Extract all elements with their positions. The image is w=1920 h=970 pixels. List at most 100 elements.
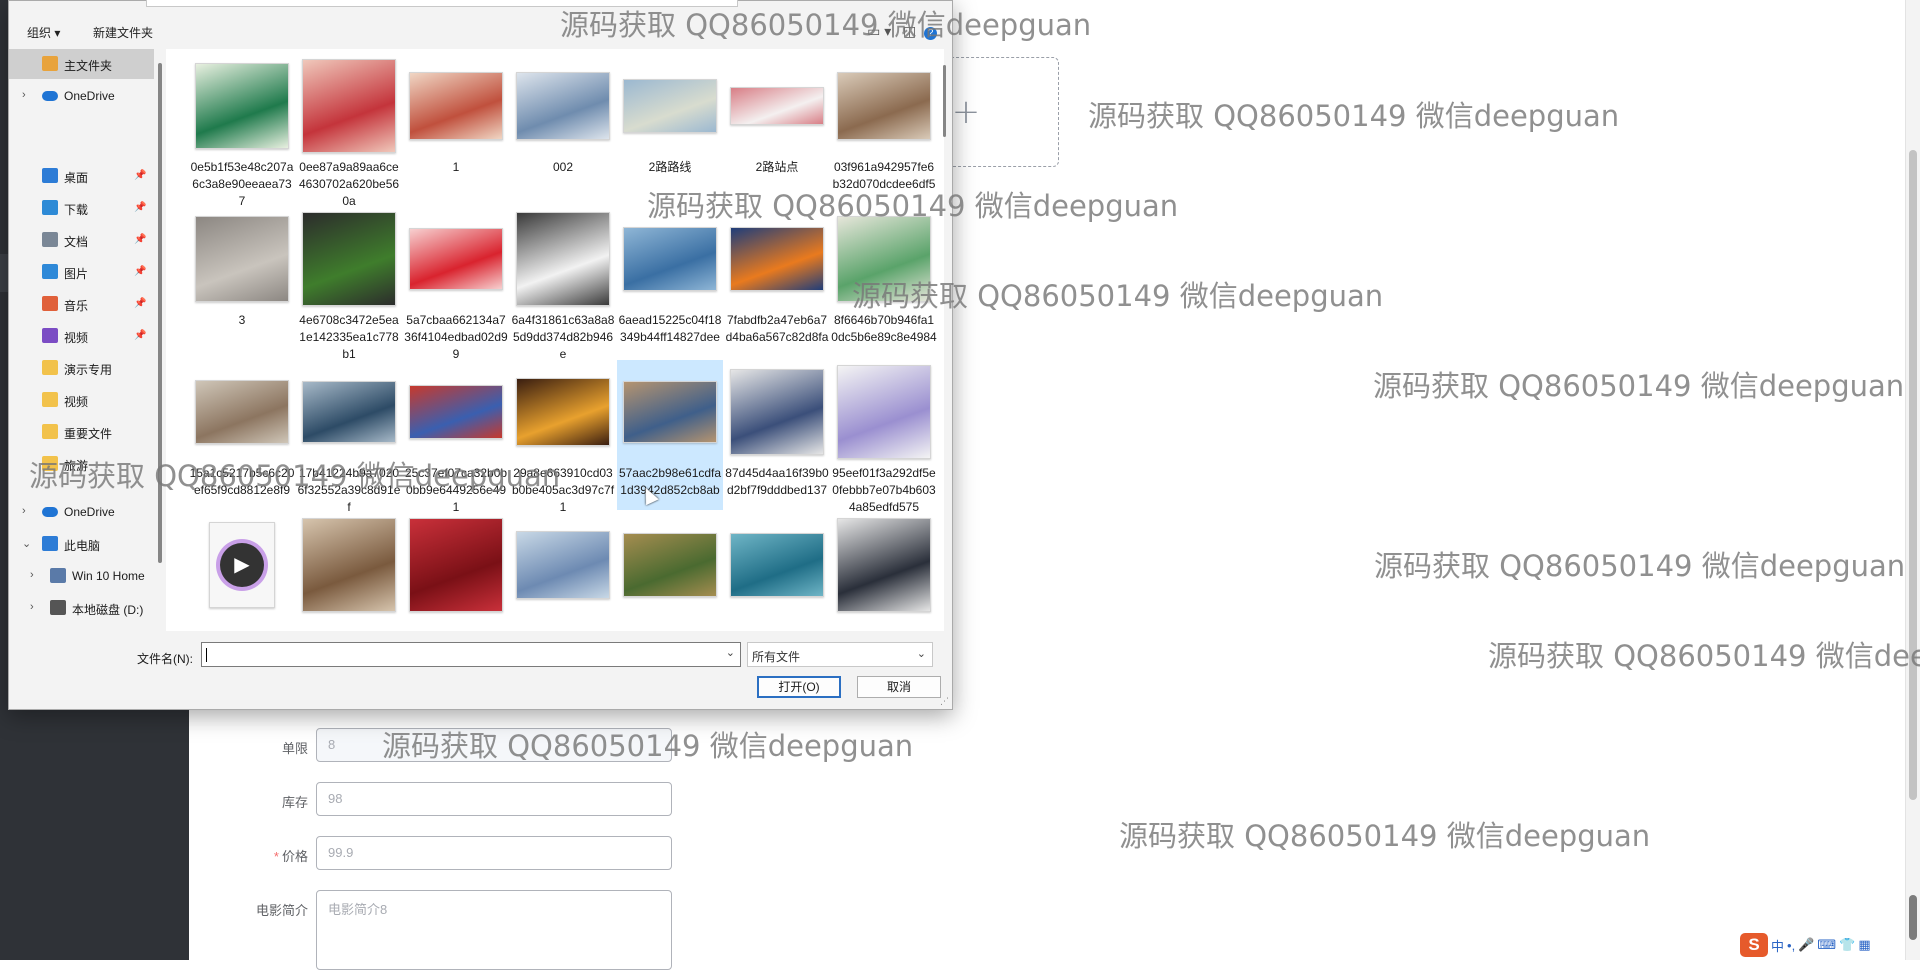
file-item[interactable]: 0e5b1f53e48c207a6c3a8e90eeaea737 [189,54,295,208]
ime-tool-icon[interactable]: •, [1787,938,1795,953]
file-name: 57aac2b98e61cdfa1d3942d852cb8ab [618,466,722,497]
nav-item[interactable]: › Win 10 Home [9,561,154,591]
file-item[interactable]: ▶ [189,513,295,631]
nav-item-label: 视频 [64,395,89,409]
file-thumbnail [408,517,504,613]
file-item[interactable]: 17b41224b9a70206f32552a39c8d91ef [296,360,402,514]
nav-item[interactable]: 视频 📌 [9,321,154,351]
file-item[interactable]: 5a7cbaa662134a736f4104edbad02d99 [403,207,509,361]
file-item[interactable]: 15a1c5217b5c6c20ef65f9cd8812e8f9 [189,360,295,510]
file-item[interactable]: 87d45d4aa16f39b0d2bf7f9dddbed137 [724,360,830,510]
chevron-down-icon[interactable]: ⌄ [726,646,735,659]
file-item[interactable]: 6aead15225c04f18349b44ff14827dee [617,207,723,357]
nav-item[interactable]: › OneDrive [9,497,154,527]
file-item[interactable] [296,513,402,631]
ime-tool-icon[interactable]: 中 [1771,936,1784,955]
file-thumbnail [836,211,932,307]
sogou-ime-icon[interactable]: S [1740,933,1768,957]
pin-icon[interactable]: 📌 [134,170,146,181]
nav-item[interactable]: 主文件夹 [9,49,154,79]
file-item[interactable]: 25c37ef07ca32b0b0bb9e6449256e491 [403,360,509,514]
file-item[interactable]: 4e6708c3472e5ea1e142335ea1c778b1 [296,207,402,361]
nav-item[interactable]: 图片 📌 [9,257,154,287]
file-item[interactable] [724,513,830,631]
new-folder-button[interactable]: 新建文件夹 [93,24,153,41]
chevron-right-icon[interactable]: › [22,89,26,101]
nav-item[interactable]: › 本地磁盘 (D:) [9,593,154,623]
view-options[interactable]: ▭ ▾ ◫ ? [867,23,937,40]
resize-grip-icon[interactable]: ⋰ [940,696,949,707]
form-input[interactable]: 98 [316,782,672,816]
ime-tool-icon[interactable]: 👕 [1839,937,1855,953]
file-thumbnail [515,517,611,613]
chevron-right-icon[interactable]: › [30,601,34,613]
file-item[interactable]: 7fabdfb2a47eb6a7d4ba6a567c82d8fa [724,207,830,357]
organize-button[interactable]: 组织 ▾ [27,24,60,41]
video-icon [42,328,58,343]
file-item[interactable]: 6a4f31861c63a8a85d9dd374d82b946e [510,207,616,361]
file-item[interactable]: 2路站点 [724,54,830,204]
address-bar[interactable] [146,0,738,7]
page-scrollbar-thumb[interactable] [1909,150,1917,800]
file-item[interactable] [831,513,937,631]
nav-item[interactable]: › OneDrive [9,81,154,111]
nav-item[interactable]: 下载 📌 [9,193,154,223]
file-grid-scrollbar-thumb[interactable] [943,65,946,137]
navigation-pane: 主文件夹 › OneDrive 桌面 📌 下载 📌 文档 📌 图片 📌 音乐 📌 视频 📌 演示专用视频重要文… [9,49,154,631]
page-scrollbar-thumb-secondary[interactable] [1909,895,1917,940]
ime-toolbar[interactable]: S 中 •, 🎤 ⌨ 👕 ▦ [1740,932,1871,958]
file-name: 29a8e663910cd03b0be405ac3d97c7f1 [511,466,615,514]
file-item[interactable]: 29a8e663910cd03b0be405ac3d97c7f1 [510,360,616,514]
file-item[interactable]: 57aac2b98e61cdfa1d3942d852cb8ab [617,360,723,510]
nav-item[interactable]: 重要文件 [9,417,154,447]
navigation-scrollbar-thumb[interactable] [158,63,162,563]
filetype-select[interactable]: 所有文件 ⌄ [747,642,933,667]
nav-item[interactable]: 演示专用 [9,353,154,383]
file-item[interactable]: 002 [510,54,616,204]
help-icon[interactable]: ? [924,27,937,40]
page-scrollbar[interactable] [1905,0,1920,960]
file-item[interactable] [617,513,723,631]
open-button[interactable]: 打开(O) [757,676,841,698]
file-item[interactable]: 0ee87a9a89aa6ce4630702a620be560a [296,54,402,208]
home-icon [42,56,58,71]
chevron-down-icon[interactable]: ⌄ [22,537,31,550]
file-item[interactable]: 1 [403,54,509,204]
file-item[interactable]: 3 [189,207,295,357]
view-mode-icon[interactable]: ▭ ▾ [867,23,891,39]
pin-icon[interactable]: 📌 [134,330,146,341]
file-item[interactable]: 8f6646b70b946fa10dc5b6e89c8e4984 [831,207,937,357]
dialog-top-bar [9,0,952,13]
ime-tool-icon[interactable]: ⌨ [1817,937,1836,953]
preview-pane-icon[interactable]: ◫ [903,23,916,39]
form-label: 单限 [215,738,308,757]
pin-icon[interactable]: 📌 [134,298,146,309]
chevron-right-icon[interactable]: › [22,505,26,517]
ime-tool-icon[interactable]: 🎤 [1798,937,1814,953]
ime-tool-icon[interactable]: ▦ [1858,937,1870,953]
file-grid-scrollbar[interactable] [939,49,951,631]
file-name: 25c37ef07ca32b0b0bb9e6449256e491 [404,466,508,514]
nav-item[interactable]: 桌面 📌 [9,161,154,191]
nav-item[interactable]: 文档 📌 [9,225,154,255]
pin-icon[interactable]: 📌 [134,202,146,213]
file-item[interactable]: 03f961a942957fe6b32d070dcdee6df5 [831,54,937,204]
filename-input[interactable]: ⌄ [201,642,741,667]
file-name: 6aead15225c04f18349b44ff14827dee [618,313,722,344]
nav-item[interactable]: 旅游 [9,449,154,479]
file-item[interactable]: 2路路线 [617,54,723,204]
file-item[interactable]: 95eef01f3a292df5e0febbb7e07b4b6034a85edf… [831,360,937,514]
form-input[interactable]: 99.9 [316,836,672,870]
nav-item[interactable]: 音乐 📌 [9,289,154,319]
nav-item[interactable]: 视频 [9,385,154,415]
file-name: 8f6646b70b946fa10dc5b6e89c8e4984 [831,313,937,344]
file-item[interactable] [403,513,509,631]
pin-icon[interactable]: 📌 [134,266,146,277]
cancel-button[interactable]: 取消 [857,676,941,698]
pin-icon[interactable]: 📌 [134,234,146,245]
chevron-right-icon[interactable]: › [30,569,34,581]
file-item[interactable] [510,513,616,631]
nav-item[interactable]: ⌄ 此电脑 [9,529,154,559]
nav-item-label: OneDrive [64,505,115,519]
description-textarea[interactable]: 电影简介8 [316,890,672,970]
